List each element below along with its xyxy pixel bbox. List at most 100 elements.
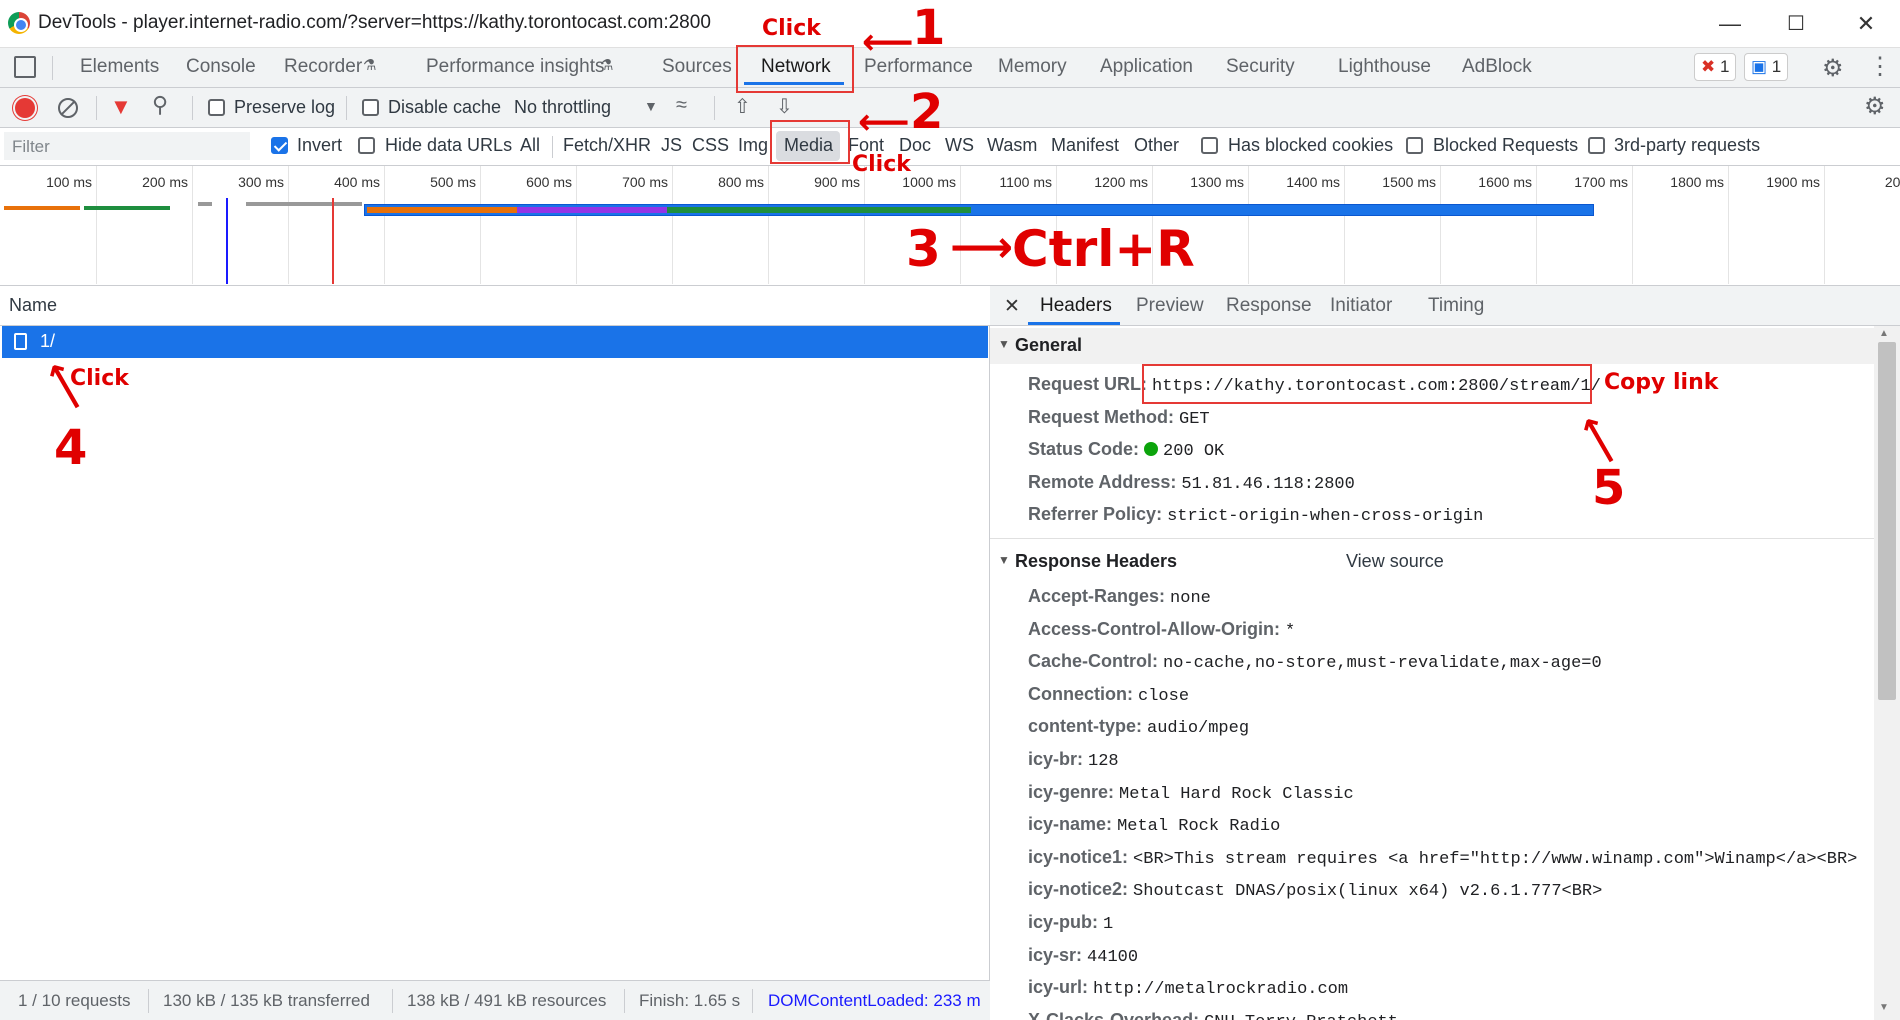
type-filter-all[interactable]: All: [520, 135, 540, 156]
clear-icon[interactable]: [58, 98, 78, 118]
export-har-icon[interactable]: ⇩: [776, 94, 793, 119]
header-value: strict-origin-when-cross-origin: [1167, 507, 1484, 526]
header-key: Connection:: [1028, 683, 1133, 704]
header-value: 44100: [1087, 947, 1139, 967]
timeline-gridline: [384, 166, 385, 284]
more-options-icon[interactable]: ⋮: [1868, 52, 1892, 81]
tab-adblock[interactable]: AdBlock: [1462, 56, 1532, 78]
maximize-icon[interactable]: ☐: [1776, 8, 1816, 40]
header-value: 1: [1103, 915, 1114, 934]
type-filter-img[interactable]: Img: [738, 135, 768, 156]
tab-application[interactable]: Application: [1100, 56, 1193, 78]
timeline-gridline: [1248, 166, 1249, 284]
tab-performance-insights[interactable]: Performance insights: [426, 56, 604, 78]
annotation-step-4: 4: [54, 420, 88, 476]
error-badge[interactable]: ✖ 1: [1694, 53, 1737, 81]
inspect-element-icon[interactable]: [14, 56, 36, 78]
has-blocked-cookies-label: Has blocked cookies: [1228, 135, 1394, 155]
timeline-tick-label: 1600 ms: [1478, 174, 1532, 190]
chrome-icon: [8, 12, 30, 34]
filter-input[interactable]: Filter: [4, 132, 250, 160]
search-icon[interactable]: ⚲: [152, 92, 168, 118]
minimize-icon[interactable]: —: [1710, 8, 1750, 40]
response-header-row: Cache-Control: no-cache,no-store,must-re…: [1028, 651, 1602, 673]
third-party-checkbox[interactable]: [1588, 137, 1605, 154]
header-row-remote-address: Remote Address: 51.81.46.118:2800: [1028, 472, 1355, 494]
response-header-row: Accept-Ranges: none: [1028, 586, 1211, 608]
flask-icon: ⚗: [363, 57, 377, 74]
tab-memory[interactable]: Memory: [998, 56, 1067, 78]
network-conditions-icon[interactable]: ≈: [676, 94, 687, 117]
chevron-down-icon[interactable]: ▼: [644, 98, 658, 114]
throttling-select[interactable]: No throttling: [514, 97, 611, 118]
tab-console[interactable]: Console: [186, 56, 256, 78]
type-filter-fetch-xhr[interactable]: Fetch/XHR: [563, 135, 651, 156]
status-transferred: 130 kB / 135 kB transferred: [163, 991, 370, 1010]
preserve-log-checkbox[interactable]: [208, 99, 225, 116]
header-key: Request URL:: [1028, 374, 1148, 394]
media-request-bar: [364, 204, 1594, 216]
response-header-row: icy-notice2: Shoutcast DNAS/posix(linux …: [1028, 879, 1602, 901]
filter-bar: Filter Invert Hide data URLs All Fetch/X…: [0, 128, 1900, 166]
scroll-down-icon[interactable]: ▼: [1879, 1002, 1889, 1013]
type-filter-ws[interactable]: WS: [945, 135, 974, 156]
timeline-tick-label: 700 ms: [622, 174, 668, 190]
type-filter-wasm[interactable]: Wasm: [987, 135, 1037, 156]
close-icon[interactable]: ✕: [1846, 8, 1886, 40]
filter-funnel-icon[interactable]: ▼: [110, 94, 132, 120]
name-column-header[interactable]: Name: [0, 286, 990, 326]
network-settings-gear-icon[interactable]: ⚙: [1864, 92, 1886, 121]
timeline-gridline: [192, 166, 193, 284]
disable-cache-checkbox[interactable]: [362, 99, 379, 116]
tab-timing[interactable]: Timing: [1428, 295, 1484, 317]
tab-lighthouse[interactable]: Lighthouse: [1338, 56, 1431, 78]
response-headers-section-header[interactable]: ▼ Response Headers View source: [990, 544, 1874, 580]
tab-elements[interactable]: Elements: [80, 56, 159, 78]
tab-sources[interactable]: Sources: [662, 56, 732, 78]
header-key: icy-sr:: [1028, 944, 1083, 965]
tab-headers[interactable]: Headers: [1040, 295, 1112, 317]
has-blocked-cookies-checkbox[interactable]: [1201, 137, 1218, 154]
invert-checkbox[interactable]: [271, 137, 288, 154]
tab-security[interactable]: Security: [1226, 56, 1295, 78]
annotation-step-5: 5: [1592, 460, 1626, 516]
header-key: Referrer Policy:: [1028, 504, 1163, 524]
tab-initiator[interactable]: Initiator: [1330, 295, 1392, 317]
tab-response[interactable]: Response: [1226, 295, 1312, 317]
general-section-header[interactable]: ▼ General: [990, 328, 1874, 364]
timeline-tick-label: 1500 ms: [1382, 174, 1436, 190]
header-value: close: [1138, 686, 1190, 706]
filter-placeholder: Filter: [12, 137, 50, 156]
header-value: Shoutcast DNAS/posix(linux x64) v2.6.1.7…: [1133, 882, 1603, 902]
close-details-icon[interactable]: ✕: [1004, 295, 1020, 318]
type-filter-manifest[interactable]: Manifest: [1051, 135, 1119, 156]
tab-preview[interactable]: Preview: [1136, 295, 1204, 317]
message-badge[interactable]: ▣ 1: [1744, 53, 1789, 81]
scroll-up-icon[interactable]: ▲: [1879, 328, 1889, 339]
details-scrollbar-thumb[interactable]: [1878, 342, 1896, 700]
record-icon[interactable]: [15, 98, 35, 118]
hide-data-urls-checkbox[interactable]: [358, 137, 375, 154]
header-key: Access-Control-Allow-Origin:: [1028, 618, 1281, 639]
header-key: icy-name:: [1028, 814, 1113, 835]
disable-cache-label: Disable cache: [388, 97, 502, 117]
tab-recorder[interactable]: Recorder: [284, 56, 362, 78]
invert-label: Invert: [297, 135, 343, 155]
type-filter-css[interactable]: CSS: [692, 135, 729, 156]
header-key: Accept-Ranges:: [1028, 586, 1166, 606]
request-row[interactable]: 1/: [2, 326, 988, 358]
preserve-log-label: Preserve log: [234, 97, 336, 117]
message-count: 1: [1771, 57, 1782, 76]
annotation-box-request-url: [1142, 364, 1592, 404]
view-source-link[interactable]: View source: [1346, 551, 1444, 572]
domcontentloaded-marker: [226, 198, 228, 284]
type-filter-other[interactable]: Other: [1134, 135, 1179, 156]
import-har-icon[interactable]: ⇧: [734, 94, 751, 119]
type-filter-js[interactable]: JS: [661, 135, 682, 156]
annotation-box-network: [736, 45, 854, 93]
blocked-requests-checkbox[interactable]: [1406, 137, 1423, 154]
settings-gear-icon[interactable]: ⚙: [1822, 54, 1844, 83]
timeline-gridline: [1632, 166, 1633, 284]
response-header-row: icy-sr: 44100: [1028, 945, 1138, 967]
status-ok-icon: [1144, 442, 1159, 456]
